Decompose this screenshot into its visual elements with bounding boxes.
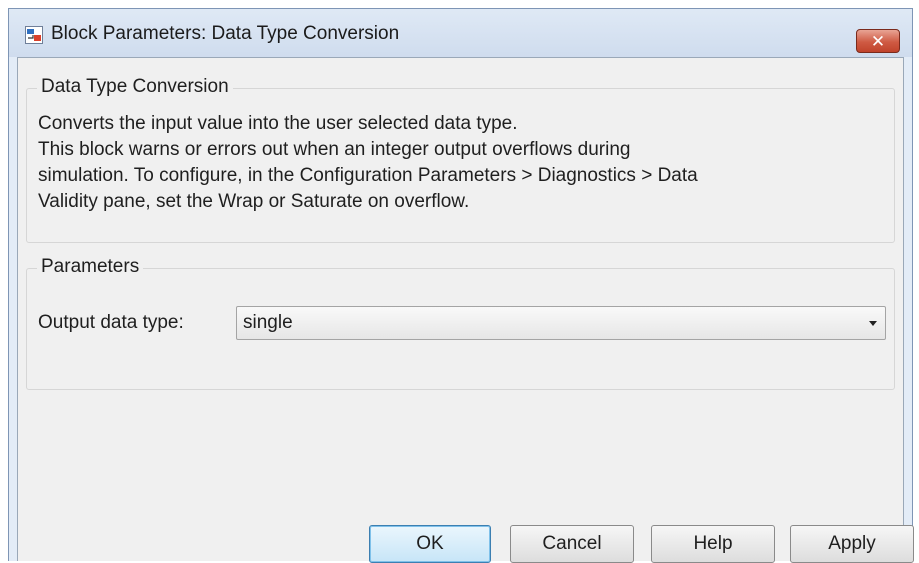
output-data-type-select[interactable]: single	[236, 306, 886, 340]
description-line: simulation. To configure, in the Configu…	[38, 165, 698, 186]
output-data-type-label: Output data type:	[38, 312, 184, 333]
ok-button[interactable]: OK	[369, 525, 491, 563]
close-icon: ✕	[870, 31, 886, 51]
close-button[interactable]: ✕	[856, 29, 900, 53]
description-group: Data Type Conversion Converts the input …	[26, 76, 895, 243]
output-data-type-value: single	[243, 312, 293, 333]
description-group-legend: Data Type Conversion	[37, 76, 233, 98]
simulink-block-icon	[25, 26, 43, 44]
cancel-button[interactable]: Cancel	[510, 525, 634, 563]
dialog-body: Data Type Conversion Converts the input …	[17, 57, 914, 563]
title-bar[interactable]: Block Parameters: Data Type Conversion ✕	[9, 9, 912, 57]
description-line: Validity pane, set the Wrap or Saturate …	[38, 191, 470, 212]
apply-button[interactable]: Apply	[790, 525, 914, 563]
block-description: Converts the input value into the user s…	[38, 111, 888, 215]
description-line: Converts the input value into the user s…	[38, 113, 518, 134]
help-button[interactable]: Help	[651, 525, 775, 563]
block-parameters-dialog: Block Parameters: Data Type Conversion ✕…	[8, 8, 914, 563]
description-line: This block warns or errors out when an i…	[38, 139, 631, 160]
parameters-group-legend: Parameters	[37, 256, 144, 278]
window-title: Block Parameters: Data Type Conversion	[51, 23, 400, 44]
parameters-group: Parameters Output data type: single	[26, 256, 895, 390]
chevron-down-icon[interactable]	[869, 321, 877, 326]
